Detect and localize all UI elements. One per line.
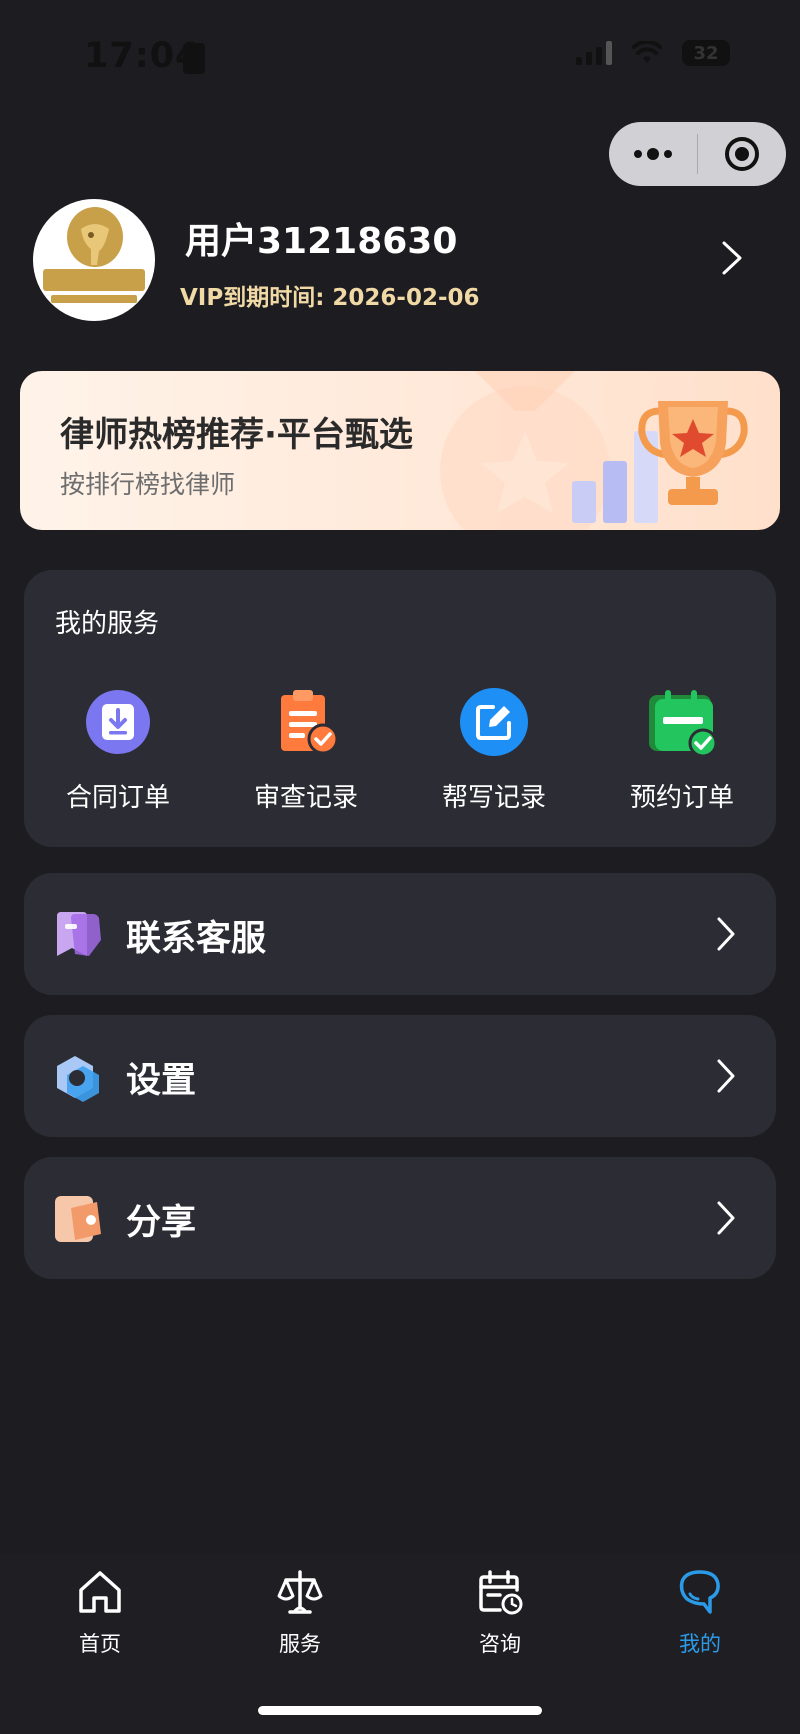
tab-label: 我的 xyxy=(679,1632,721,1656)
service-booking-orders[interactable]: 预约订单 xyxy=(588,687,776,814)
portrait-lock-icon xyxy=(183,43,205,74)
my-services-card: 我的服务 合同订单 审查记录 帮写记录 预约订单 xyxy=(24,570,776,847)
profile-icon xyxy=(679,1570,720,1614)
home-icon xyxy=(79,1571,121,1613)
home-indicator xyxy=(258,1706,542,1715)
miniprogram-capsule xyxy=(609,122,786,186)
service-contract-orders[interactable]: 合同订单 xyxy=(24,687,212,814)
service-label: 预约订单 xyxy=(629,783,734,813)
settings-icon xyxy=(57,1056,99,1102)
download-doc-icon xyxy=(86,690,150,754)
battery-icon: 32 xyxy=(682,40,730,66)
tab-label: 首页 xyxy=(79,1632,121,1656)
menu-customer-service[interactable]: 联系客服 xyxy=(24,873,776,995)
tab-label: 咨询 xyxy=(479,1632,521,1656)
tab-consult[interactable]: 咨询 xyxy=(400,1568,600,1658)
lawyer-ranking-banner[interactable]: 律师热榜推荐·平台甄选 按排行榜找律师 xyxy=(20,371,780,530)
banner-title: 律师热榜推荐·平台甄选 xyxy=(60,415,413,455)
tab-home[interactable]: 首页 xyxy=(0,1568,200,1658)
clipboard-check-icon xyxy=(281,690,339,755)
service-writing-records[interactable]: 帮写记录 xyxy=(400,687,588,814)
wifi-icon xyxy=(632,41,662,63)
menu-settings[interactable]: 设置 xyxy=(24,1015,776,1137)
target-icon xyxy=(725,137,759,171)
tab-label: 服务 xyxy=(279,1632,321,1656)
chevron-right-icon[interactable] xyxy=(718,238,746,278)
more-icon xyxy=(634,148,672,160)
more-button[interactable] xyxy=(609,122,697,186)
service-label: 帮写记录 xyxy=(441,783,546,813)
customer-service-icon xyxy=(57,912,101,956)
tab-mine[interactable]: 我的 xyxy=(600,1568,800,1658)
menu-label: 设置 xyxy=(126,1061,197,1101)
avatar[interactable] xyxy=(33,199,155,321)
username: 用户31218630 xyxy=(185,221,458,262)
service-label: 合同订单 xyxy=(65,783,170,813)
close-miniprogram-button[interactable] xyxy=(698,122,786,186)
edit-icon xyxy=(460,688,528,756)
elephant-logo-icon xyxy=(43,207,145,303)
service-review-records[interactable]: 审查记录 xyxy=(212,687,400,814)
menu-share[interactable]: 分享 xyxy=(24,1157,776,1279)
share-icon xyxy=(55,1196,101,1242)
menu-label: 分享 xyxy=(126,1203,197,1243)
chevron-right-icon xyxy=(717,1201,735,1235)
vip-expiry: VIP到期时间: 2026-02-06 xyxy=(180,285,480,311)
calendar-clock-icon xyxy=(479,1570,523,1615)
status-icons: 32 xyxy=(576,40,730,66)
signal-icon xyxy=(576,41,612,65)
banner-subtitle: 按排行榜找律师 xyxy=(60,470,236,499)
scales-icon xyxy=(277,1570,323,1614)
calendar-check-icon xyxy=(649,690,718,758)
services-title: 我的服务 xyxy=(55,609,160,639)
trophy-icon xyxy=(638,401,748,505)
chevron-right-icon xyxy=(717,917,735,951)
chevron-right-icon xyxy=(717,1059,735,1093)
tab-services[interactable]: 服务 xyxy=(200,1568,400,1658)
menu-label: 联系客服 xyxy=(126,919,267,959)
service-label: 审查记录 xyxy=(253,783,358,813)
